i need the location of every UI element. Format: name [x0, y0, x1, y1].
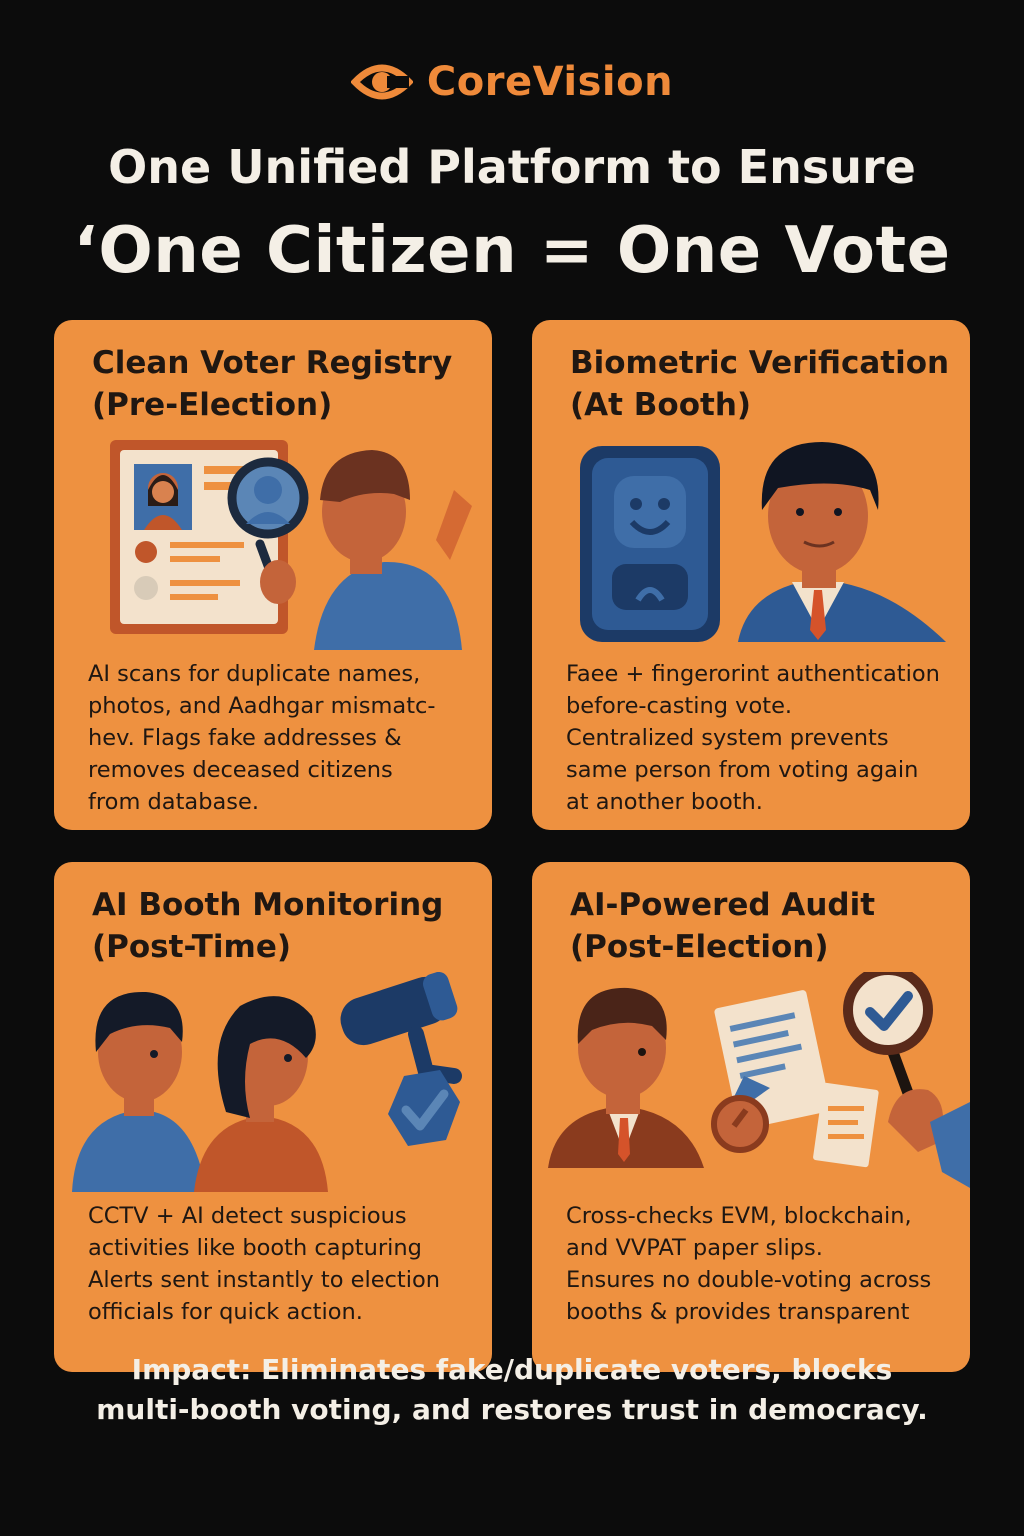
card-clean-voter-registry: Clean Voter Registry (Pre-Election) AI s… — [54, 320, 492, 830]
brand-header: CoreVision — [0, 52, 1024, 112]
card-title: AI Booth Monitoring (Post-Time) — [92, 887, 444, 965]
card-title: Biometric Verification (At Booth) — [570, 345, 950, 423]
card-biometric-verification: Biometric Verification (At Booth) Faee +… — [532, 320, 970, 830]
card-title: Clean Voter Registry (Pre-Election) — [92, 345, 453, 423]
impact-statement: Impact: Eliminates fake/duplicate voters… — [96, 1353, 928, 1426]
headline-line1: One Unified Platform to Ensure — [108, 140, 916, 194]
card-description: CCTV + AI detect suspicious activities l… — [88, 1203, 441, 1325]
brand-name: CoreVision — [426, 59, 674, 105]
card-description: Cross-checks EVM, blockchain, and VVPAT … — [566, 1203, 932, 1325]
cctv-camera-icon — [72, 972, 462, 1192]
card-title: AI-Powered Audit (Post-Election) — [570, 887, 876, 965]
card-ai-booth-monitoring: AI Booth Monitoring (Post-Time) CCTV + A… — [54, 862, 492, 1372]
face-scanner-icon — [580, 442, 946, 642]
card-ai-powered-audit: AI-Powered Audit (Post-Election) Cross-c — [532, 862, 970, 1372]
headline-line2: ‘One Citizen = One Vote — [73, 214, 951, 288]
audit-magnifier-check-icon — [548, 972, 970, 1188]
card-description: Faee + fingerorint authentication before… — [566, 661, 940, 815]
voter-id-magnifier-icon — [110, 440, 472, 650]
card-description: AI scans for duplicate names, photos, an… — [88, 661, 436, 815]
eye-icon — [350, 64, 413, 100]
